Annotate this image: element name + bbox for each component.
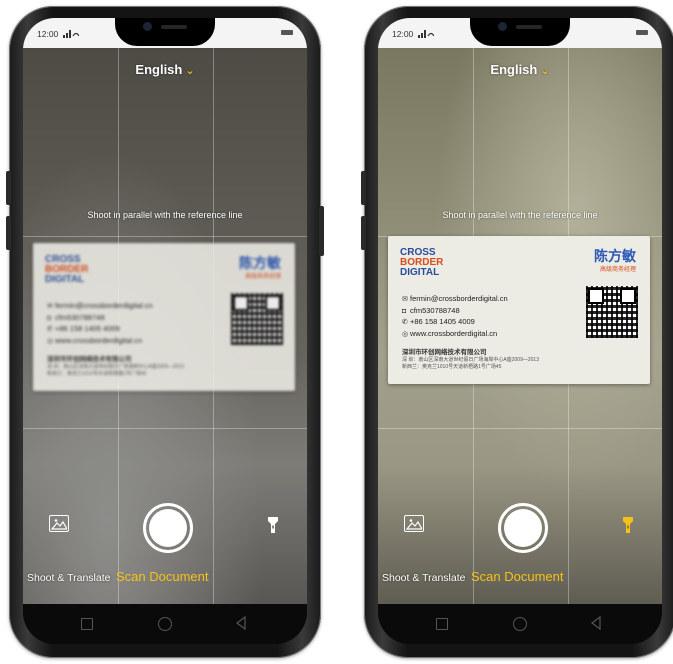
notch — [115, 18, 215, 46]
flashlight-icon[interactable] — [267, 516, 279, 534]
email-icon: ✉ — [47, 303, 53, 310]
language-label: English — [135, 62, 183, 77]
notch — [470, 18, 570, 46]
reference-line — [23, 428, 307, 429]
chevron-down-icon: ⌄ — [540, 65, 550, 77]
shutter-button[interactable] — [498, 503, 548, 553]
card-address: 深 圳：南山区深南大道世纪假日广场海岸中心A座2009—2013 新西兰：奥克兰… — [47, 364, 184, 377]
mode-shoot-translate[interactable]: Shoot & Translate — [382, 572, 465, 584]
card-contacts: ✉ fermin@crossborderdigital.cn ◘ cfm530788… — [47, 301, 153, 347]
business-card: CROSS BORDER DIGITAL 陈方敏 高级商务经理 ✉ fermin@… — [388, 236, 650, 384]
reference-hint: Shoot in parallel with the reference lin… — [87, 210, 243, 220]
power-button — [319, 206, 324, 256]
phone-right: 12:00 English ⌄ Shoot in parallel with th… — [361, 6, 673, 658]
reference-line — [23, 236, 307, 237]
reference-hint: Shoot in parallel with the reference lin… — [442, 210, 598, 220]
language-selector[interactable]: English ⌄ — [23, 62, 307, 77]
mode-scan-document[interactable]: Scan Document — [116, 569, 209, 584]
mode-selector: Shoot & Translate Scan Document — [378, 568, 662, 588]
mode-scan-document[interactable]: Scan Document — [471, 569, 564, 584]
status-time: 12:00 — [37, 29, 59, 39]
camera-screen: 12:00 English ⌄ Shoot in parallel with th… — [23, 18, 307, 644]
card-name: 陈方敏 — [239, 255, 281, 271]
shutter-button[interactable] — [143, 503, 193, 553]
signal-icon — [418, 30, 434, 38]
nav-back-icon[interactable] — [590, 616, 602, 630]
gallery-icon[interactable] — [49, 515, 69, 532]
business-card: CROSS BORDER DIGITAL 陈方敏 高级商务经理 ✉ fermin@… — [33, 243, 295, 391]
camera-viewfinder[interactable]: English ⌄ Shoot in parallel with the refe… — [378, 48, 662, 604]
card-name: 陈方敏 — [594, 248, 636, 264]
volume-button — [361, 216, 366, 250]
phone-icon: ✆ — [47, 326, 53, 333]
email-icon: ✉ — [402, 296, 408, 303]
nav-recents-icon[interactable] — [81, 618, 93, 630]
nav-recents-icon[interactable] — [436, 618, 448, 630]
language-selector[interactable]: English ⌄ — [378, 62, 662, 77]
battery-icon — [281, 30, 293, 35]
flashlight-icon[interactable] — [622, 516, 634, 534]
mode-selector: Shoot & Translate Scan Document — [23, 568, 307, 588]
volume-button — [361, 171, 366, 205]
mode-shoot-translate[interactable]: Shoot & Translate — [27, 572, 110, 584]
volume-button — [6, 216, 11, 250]
card-address: 深 圳：南山区深南大道世纪假日广场海岸中心A座2009—2013 新西兰：奥克兰… — [402, 357, 539, 370]
phone-icon: ✆ — [402, 319, 408, 326]
reference-line — [378, 428, 662, 429]
navigation-bar — [23, 604, 307, 644]
language-label: English — [490, 62, 538, 77]
status-time: 12:00 — [392, 29, 414, 39]
nav-back-icon[interactable] — [235, 616, 247, 630]
camera-screen: 12:00 English ⌄ Shoot in parallel with th… — [378, 18, 662, 644]
navigation-bar — [378, 604, 662, 644]
nav-home-icon[interactable] — [158, 617, 172, 631]
qr-code — [231, 293, 283, 345]
wechat-icon: ◘ — [402, 307, 407, 315]
chevron-down-icon: ⌄ — [185, 65, 195, 77]
wechat-icon: ◘ — [47, 314, 52, 322]
qr-code — [586, 286, 638, 338]
nav-home-icon[interactable] — [513, 617, 527, 631]
card-title: 高级商务经理 — [244, 274, 281, 280]
camera-viewfinder[interactable]: English ⌄ Shoot in parallel with the refe… — [23, 48, 307, 604]
phone-left: 12:00 English ⌄ Shoot in parallel with th… — [6, 6, 324, 658]
card-logo: CROSS BORDER DIGITAL — [400, 247, 444, 278]
card-logo: CROSS BORDER DIGITAL — [45, 254, 89, 285]
volume-button — [6, 171, 11, 205]
card-company: 深圳市环创网络技术有限公司 — [402, 349, 487, 356]
card-company: 深圳市环创网络技术有限公司 — [47, 356, 132, 363]
battery-icon — [636, 30, 648, 35]
globe-icon: ◎ — [402, 330, 409, 338]
signal-icon — [63, 30, 79, 38]
gallery-icon[interactable] — [404, 515, 424, 532]
card-title: 高级商务经理 — [599, 267, 636, 273]
card-contacts: ✉ fermin@crossborderdigital.cn ◘ cfm530788… — [402, 294, 508, 340]
globe-icon: ◎ — [47, 337, 54, 345]
